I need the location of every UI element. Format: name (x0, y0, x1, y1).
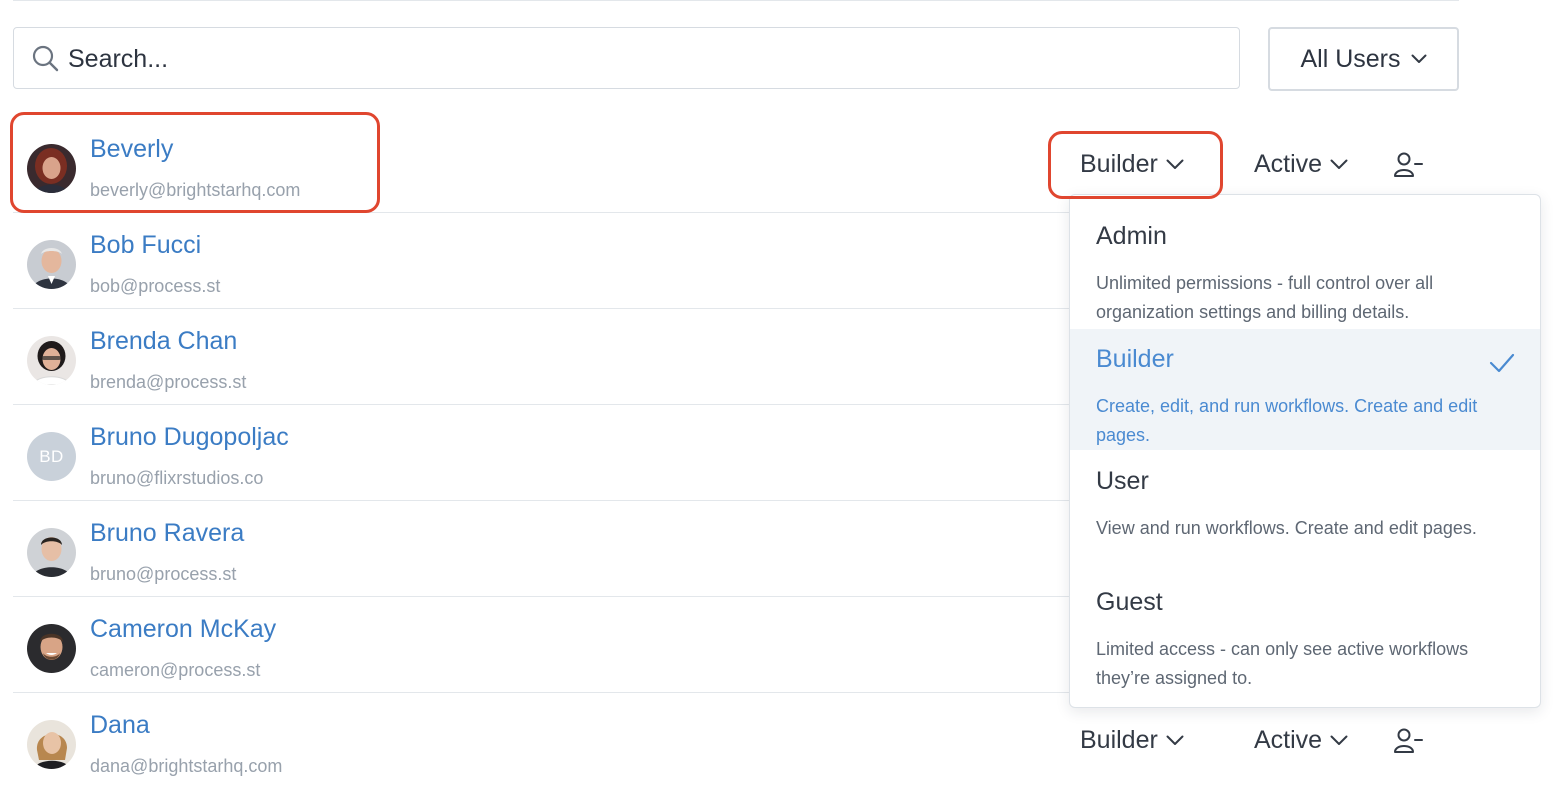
user-email: bob@process.st (90, 276, 221, 296)
user-name[interactable]: Brenda Chan (90, 327, 237, 356)
avatar (27, 336, 76, 385)
role-option-description: Limited access - can only see active wor… (1096, 639, 1469, 688)
user-email: beverly@brightstarhq.com (90, 180, 301, 200)
search-box[interactable] (13, 27, 1240, 90)
user-name[interactable]: Cameron McKay (90, 615, 276, 644)
role-option-title: Builder (1096, 345, 1174, 373)
role-option-title: User (1096, 467, 1149, 495)
chevron-down-icon (1166, 159, 1184, 169)
user-email: bruno@process.st (90, 564, 237, 584)
chevron-down-icon (1166, 735, 1184, 745)
check-icon (1489, 353, 1515, 373)
top-divider (13, 0, 1459, 1)
user-remove-icon[interactable] (1393, 151, 1423, 179)
role-option-user[interactable]: User View and run workflows. Create and … (1070, 451, 1540, 572)
avatar (27, 624, 76, 673)
user-filter-dropdown[interactable]: All Users (1268, 27, 1459, 91)
user-email: dana@brightstarhq.com (90, 756, 283, 776)
role-dropdown[interactable]: Builder (1080, 726, 1184, 755)
avatar (27, 528, 76, 577)
user-name[interactable]: Beverly (90, 135, 173, 164)
role-option-title: Admin (1096, 222, 1167, 250)
status-dropdown[interactable]: Active (1254, 150, 1348, 179)
user-filter-label: All Users (1300, 44, 1401, 73)
role-label: Builder (1080, 150, 1158, 178)
role-option-description: Unlimited permissions - full control ove… (1096, 273, 1434, 322)
role-menu: Admin Unlimited permissions - full contr… (1069, 194, 1541, 708)
role-option-guest[interactable]: Guest Limited access - can only see acti… (1070, 572, 1540, 693)
avatar (27, 144, 76, 193)
role-option-description: Create, edit, and run workflows. Create … (1096, 396, 1478, 445)
avatar (27, 240, 76, 289)
role-option-title: Guest (1096, 588, 1163, 616)
search-input[interactable] (66, 28, 1230, 90)
status-dropdown[interactable]: Active (1254, 726, 1348, 755)
status-label: Active (1254, 726, 1323, 754)
role-option-admin[interactable]: Admin Unlimited permissions - full contr… (1070, 206, 1540, 327)
user-name[interactable]: Bob Fucci (90, 231, 201, 260)
chevron-down-icon (1330, 159, 1348, 169)
user-remove-icon[interactable] (1393, 727, 1423, 755)
chevron-down-icon (1330, 735, 1348, 745)
role-dropdown[interactable]: Builder (1080, 150, 1184, 179)
search-icon (32, 45, 59, 72)
role-label: Builder (1080, 726, 1158, 754)
avatar: BD (27, 432, 76, 481)
role-option-builder[interactable]: Builder Create, edit, and run workflows.… (1070, 329, 1540, 450)
chevron-down-icon (1411, 54, 1426, 63)
avatar (27, 720, 76, 769)
role-option-description: View and run workflows. Create and edit … (1096, 518, 1477, 538)
user-name[interactable]: Bruno Dugopoljac (90, 423, 289, 452)
user-email: brenda@process.st (90, 372, 247, 392)
user-email: bruno@flixrstudios.co (90, 468, 264, 488)
user-email: cameron@process.st (90, 660, 261, 680)
user-name[interactable]: Dana (90, 711, 150, 740)
status-label: Active (1254, 150, 1323, 178)
user-name[interactable]: Bruno Ravera (90, 519, 244, 548)
